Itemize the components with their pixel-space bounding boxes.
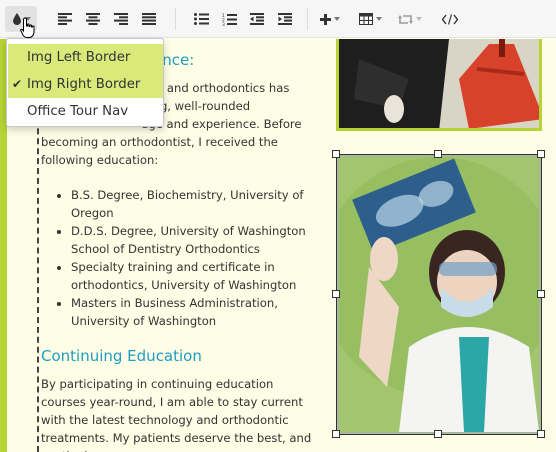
list-item: Masters in Business Administration, Univ… bbox=[71, 294, 321, 330]
style-dropdown-menu: Img Left Border ✔ Img Right Border Offic… bbox=[6, 38, 164, 127]
editor-toolbar: 123 bbox=[0, 0, 556, 38]
align-right-button[interactable] bbox=[112, 6, 130, 32]
menu-item-label: Office Tour Nav bbox=[27, 104, 129, 119]
caret-down-icon bbox=[334, 17, 340, 21]
bulleted-list-icon bbox=[193, 13, 209, 25]
caret-down-icon bbox=[375, 17, 382, 21]
list-item: B.S. Degree, Biochemistry, University of… bbox=[71, 186, 321, 222]
indent-icon bbox=[278, 13, 292, 25]
align-justify-button[interactable] bbox=[140, 6, 158, 32]
paragraph-line: becoming an orthodontist, I received the bbox=[41, 135, 278, 149]
hand-pointer-icon bbox=[20, 17, 36, 43]
resize-handle-sw[interactable] bbox=[332, 430, 340, 438]
menu-item-img-left-border[interactable]: Img Left Border bbox=[8, 44, 163, 71]
education-list: B.S. Degree, Biochemistry, University of… bbox=[71, 186, 321, 330]
align-center-button[interactable] bbox=[84, 6, 102, 32]
align-center-icon bbox=[86, 13, 100, 25]
continuing-education-heading: Continuing Education bbox=[41, 347, 202, 365]
outdent-icon bbox=[250, 13, 264, 25]
table-button[interactable] bbox=[357, 6, 383, 32]
list-item: D.D.S. Degree, University of Washington … bbox=[71, 222, 321, 258]
outdent-button[interactable] bbox=[248, 6, 266, 32]
align-justify-icon bbox=[142, 13, 156, 25]
align-left-icon bbox=[58, 13, 72, 25]
resize-handle-n[interactable] bbox=[434, 150, 442, 158]
paragraph-line: following education: bbox=[41, 153, 159, 167]
checkmark-icon: ✔ bbox=[12, 77, 23, 91]
retweet-icon bbox=[398, 14, 413, 25]
caret-down-icon bbox=[416, 17, 422, 21]
align-right-icon bbox=[114, 13, 128, 25]
svg-text:3: 3 bbox=[222, 22, 225, 26]
resize-handle-se[interactable] bbox=[537, 430, 545, 438]
table-icon bbox=[358, 13, 373, 25]
resize-handle-s[interactable] bbox=[434, 430, 442, 438]
resize-handle-ne[interactable] bbox=[537, 150, 545, 158]
resize-handle-e[interactable] bbox=[537, 290, 545, 298]
undo-redo-button[interactable] bbox=[397, 6, 423, 32]
numbered-list-button[interactable]: 123 bbox=[220, 6, 238, 32]
image-selection-frame bbox=[336, 154, 542, 435]
menu-item-img-right-border[interactable]: ✔ Img Right Border bbox=[8, 71, 163, 98]
resize-handle-nw[interactable] bbox=[332, 150, 340, 158]
toolbar-separator bbox=[307, 8, 308, 30]
plus-icon bbox=[320, 13, 331, 25]
list-item: Specialty training and certificate in or… bbox=[71, 258, 321, 294]
menu-item-label: Img Right Border bbox=[27, 77, 141, 92]
insert-button[interactable] bbox=[318, 6, 342, 32]
indent-button[interactable] bbox=[276, 6, 294, 32]
toolbar-separator bbox=[175, 8, 176, 30]
menu-item-label: Img Left Border bbox=[27, 50, 131, 65]
bulleted-list-button[interactable] bbox=[192, 6, 210, 32]
numbered-list-icon: 123 bbox=[222, 13, 237, 26]
menu-item-office-tour-nav[interactable]: Office Tour Nav bbox=[8, 98, 163, 125]
resize-handle-w[interactable] bbox=[332, 290, 340, 298]
code-icon bbox=[442, 13, 458, 25]
continuing-education-paragraph: By participating in continuing education… bbox=[41, 377, 312, 452]
align-left-button[interactable] bbox=[56, 6, 74, 32]
code-view-button[interactable] bbox=[440, 6, 460, 32]
person-with-bag-photo[interactable] bbox=[336, 39, 542, 131]
